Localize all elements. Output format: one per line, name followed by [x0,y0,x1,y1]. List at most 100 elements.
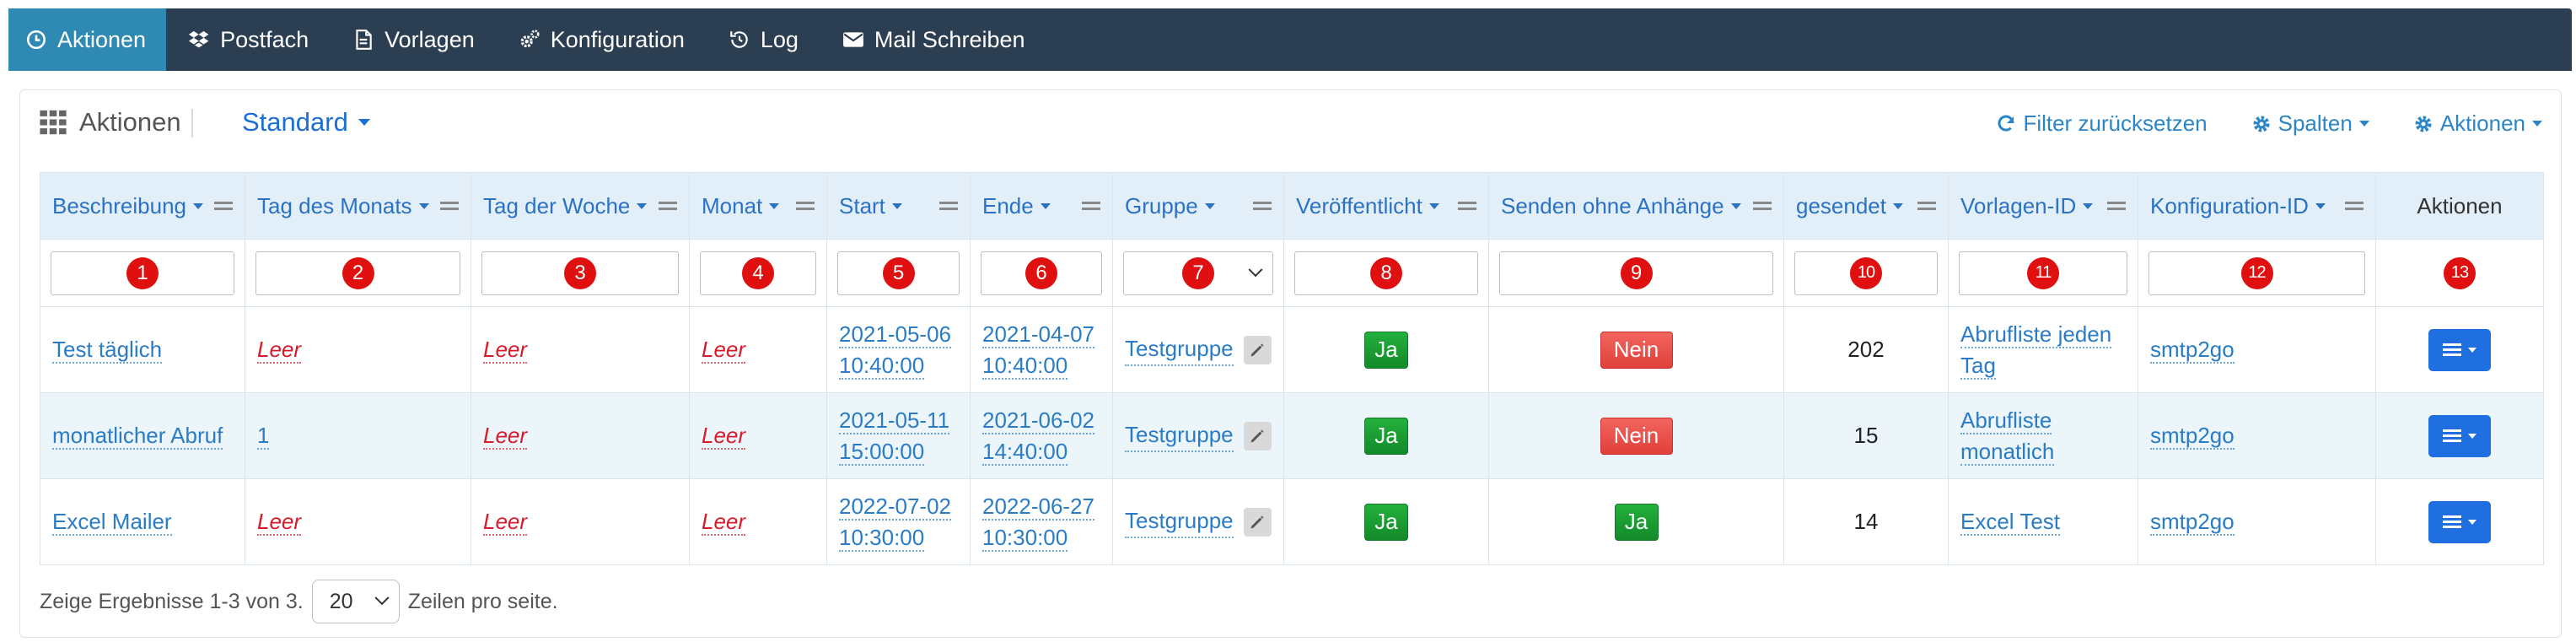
edit-start[interactable]: 2021-05-06 10:40:00 [839,319,958,381]
column-menu-icon[interactable] [2345,200,2364,212]
no-attachments-toggle[interactable]: Nein [1600,331,1673,369]
published-toggle[interactable]: Ja [1364,331,1408,369]
filter-input-tag-der-woche[interactable] [481,251,679,295]
edit-konfiguration-id[interactable]: smtp2go [2150,423,2235,450]
nav-item-vorlagen[interactable]: Vorlagen [331,8,497,71]
view-selector[interactable]: Standard [242,107,370,138]
edit-ende[interactable]: 2022-06-27 10:30:00 [982,491,1100,553]
nav-item-aktionen[interactable]: Aktionen [8,8,167,71]
edit-beschreibung[interactable]: Test täglich [52,337,163,364]
list-icon [2443,343,2461,357]
col-header-vorlagen-id[interactable]: Vorlagen-ID [1948,172,2138,240]
edit-konfiguration-id[interactable]: smtp2go [2150,509,2235,536]
col-header-gruppe[interactable]: Gruppe [1112,172,1284,240]
filter-input-monat[interactable] [700,251,816,295]
caret-down-icon [1040,202,1051,209]
edit-konfiguration-id[interactable]: smtp2go [2150,337,2235,364]
filter-input-vorlagen-id[interactable] [1959,251,2127,295]
column-menu-icon[interactable] [214,200,233,212]
edit-ende[interactable]: 2021-04-07 10:40:00 [982,319,1100,381]
published-toggle[interactable]: Ja [1364,417,1408,455]
edit-vorlagen-id[interactable]: Abrufliste jeden Tag [1960,319,2126,381]
panel-toolbar: Filter zurücksetzen Spalten Aktionen [1996,111,2542,137]
edit-ende[interactable]: 2021-06-02 14:40:00 [982,405,1100,467]
edit-beschreibung[interactable]: monatlicher Abruf [52,423,223,450]
caret-down-icon [769,202,780,209]
row-actions-button[interactable] [2428,414,2491,457]
columns-menu-button[interactable]: Spalten [2251,111,2369,137]
published-toggle[interactable]: Ja [1364,503,1408,541]
col-header-tag-des-monats[interactable]: Tag des Monats [245,172,471,240]
filter-input-ende[interactable] [981,251,1102,295]
filter-select-gruppe[interactable] [1123,251,1273,295]
caret-down-icon [1892,202,1903,209]
pencil-icon[interactable] [1243,335,1272,364]
no-attachments-toggle[interactable]: Ja [1614,503,1659,541]
edit-tag-des-monats[interactable]: Leer [257,337,302,364]
column-menu-icon[interactable] [2107,200,2126,212]
filter-input-start[interactable] [837,251,960,295]
filter-row: 1 2 3 4 5 6 7 8 9 10 11 12 13 [40,239,2544,307]
nav-item-log[interactable]: Log [707,8,820,71]
filter-input-gesendet[interactable] [1794,251,1938,295]
edit-monat[interactable]: Leer [702,337,746,364]
filter-input-senden-ohne-anhaenge[interactable] [1499,251,1773,295]
edit-tag-des-monats[interactable]: 1 [257,423,270,450]
col-header-tag-der-woche[interactable]: Tag der Woche [471,172,690,240]
filter-input-beschreibung[interactable] [51,251,234,295]
actions-menu-button[interactable]: Aktionen [2413,111,2542,137]
col-header-gesendet[interactable]: gesendet [1783,172,1949,240]
edit-vorlagen-id[interactable]: Abrufliste monatlich [1960,405,2126,467]
col-header-monat[interactable]: Monat [689,172,827,240]
column-menu-icon[interactable] [1753,200,1772,212]
filter-input-tag-des-monats[interactable] [255,251,460,295]
edit-gruppe[interactable]: Testgruppe [1125,505,1234,538]
edit-gruppe[interactable]: Testgruppe [1125,333,1234,366]
edit-tag-der-woche[interactable]: Leer [483,423,528,450]
nav-label: Konfiguration [550,26,685,52]
edit-vorlagen-id[interactable]: Excel Test [1960,509,2061,536]
pencil-icon[interactable] [1243,507,1272,537]
column-menu-icon[interactable] [1253,200,1272,212]
reset-filter-button[interactable]: Filter zurücksetzen [1996,111,2208,137]
edit-tag-der-woche[interactable]: Leer [483,337,528,364]
nav-item-konfiguration[interactable]: Konfiguration [497,8,707,71]
column-menu-icon[interactable] [1458,200,1476,212]
filter-input-konfiguration-id[interactable] [2148,251,2365,295]
nav-item-mail-schreiben[interactable]: Mail Schreiben [820,8,1047,71]
col-header-konfiguration-id[interactable]: Konfiguration-ID [2138,172,2376,240]
col-header-veroeffentlicht[interactable]: Veröffentlicht [1283,172,1489,240]
edit-monat[interactable]: Leer [702,509,746,536]
view-selector-label: Standard [242,107,348,137]
col-header-beschreibung[interactable]: Beschreibung [40,172,245,240]
column-menu-icon[interactable] [1082,200,1100,212]
column-menu-icon[interactable] [939,200,958,212]
page-size-select[interactable]: 20 [311,580,400,623]
row-actions-button[interactable] [2428,500,2491,543]
caret-down-icon [2468,433,2477,439]
edit-monat[interactable]: Leer [702,423,746,450]
top-navbar: Aktionen Postfach Vorlagen Konfiguration… [8,8,2572,71]
column-menu-icon[interactable] [440,200,459,212]
edit-start[interactable]: 2021-05-11 15:00:00 [839,405,958,467]
col-header-ende[interactable]: Ende [970,172,1113,240]
panel-title: Aktionen [39,107,181,138]
row-actions-button[interactable] [2428,328,2491,371]
no-attachments-toggle[interactable]: Nein [1600,417,1673,455]
edit-start[interactable]: 2022-07-02 10:30:00 [839,491,958,553]
column-menu-icon[interactable] [659,200,677,212]
edit-tag-der-woche[interactable]: Leer [483,509,528,536]
column-menu-icon[interactable] [796,200,815,212]
edit-beschreibung[interactable]: Excel Mailer [52,509,172,536]
column-menu-icon[interactable] [1917,200,1936,212]
edit-tag-des-monats[interactable]: Leer [257,509,302,536]
panel-header: Aktionen Standard Filter zurücksetzen Sp… [20,90,2561,156]
dropbox-icon [188,29,210,51]
grid-icon [40,110,67,135]
edit-gruppe[interactable]: Testgruppe [1125,419,1234,452]
col-header-start[interactable]: Start [826,172,971,240]
filter-input-veroeffentlicht[interactable] [1294,251,1478,295]
col-header-senden-ohne-anhaenge[interactable]: Senden ohne Anhänge [1488,172,1784,240]
nav-item-postfach[interactable]: Postfach [166,8,331,71]
pencil-icon[interactable] [1243,421,1272,450]
